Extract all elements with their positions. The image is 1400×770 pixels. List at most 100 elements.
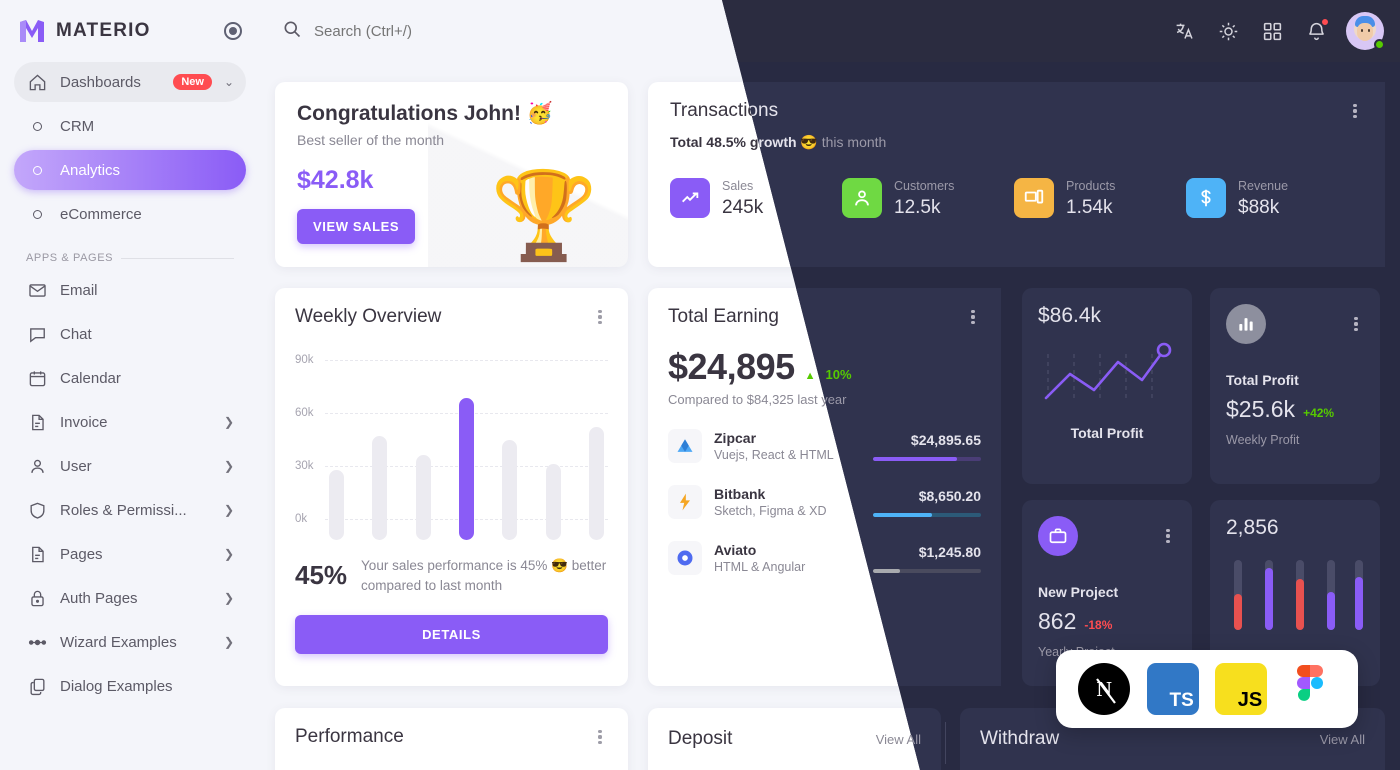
details-button[interactable]: DETAILS xyxy=(295,615,608,655)
new-badge: New xyxy=(173,74,212,90)
kebab-menu-icon[interactable] xyxy=(592,729,608,745)
stat-value: 12.5k xyxy=(894,197,941,218)
sidebar-item-pages[interactable]: Pages ❯ xyxy=(14,534,246,574)
earning-growth: 10% xyxy=(825,367,852,382)
translate-icon[interactable] xyxy=(1164,17,1192,45)
figma-logo[interactable] xyxy=(1284,663,1336,715)
chevron-right-icon: ❯ xyxy=(223,459,234,473)
sidebar-item-label: CRM xyxy=(60,117,95,135)
nextjs-logo[interactable]: N xyxy=(1078,663,1131,715)
line-chart-sparkline xyxy=(1038,340,1176,419)
deposit-view-all[interactable]: View All xyxy=(876,732,921,747)
withdraw-view-all[interactable]: View All xyxy=(1320,732,1365,747)
bar-series xyxy=(329,370,604,540)
brand-name: MATERIO xyxy=(56,20,151,41)
briefcase-icon xyxy=(1038,516,1078,556)
sidebar-item-chat[interactable]: Chat xyxy=(14,314,246,354)
kebab-menu-icon[interactable] xyxy=(1348,316,1364,332)
circle-icon xyxy=(26,159,48,181)
section-label: APPS & PAGES xyxy=(26,252,114,264)
sidebar-item-wizard-examples[interactable]: Wizard Examples ❯ xyxy=(14,622,246,662)
deposit-card: Deposit View All xyxy=(648,708,941,770)
sessions-value: 2,856 xyxy=(1226,516,1279,539)
circle-icon xyxy=(26,115,48,137)
stat-value: 245k xyxy=(722,197,764,218)
earning-row: Zipcar Vuejs, React & HTML $24,895.65 xyxy=(668,429,981,463)
view-sales-button[interactable]: VIEW SALES xyxy=(297,209,416,244)
performance-note: Your sales performance is 45% 😎 better c… xyxy=(361,558,607,593)
sidebar-item-label: Chat xyxy=(60,325,92,343)
bitbank-logo xyxy=(668,485,702,519)
company-tech: Vuejs, React & HTML xyxy=(714,448,834,462)
kebab-menu-icon[interactable] xyxy=(1347,103,1363,119)
congrats-subtitle: Best seller of the month xyxy=(297,132,445,148)
javascript-logo[interactable]: JS xyxy=(1215,663,1268,715)
sidebar-item-calendar[interactable]: Calendar xyxy=(14,358,246,398)
new-project-value: 862 xyxy=(1038,608,1077,634)
search-icon xyxy=(282,19,302,44)
stat-label: Sales xyxy=(722,179,754,193)
sidebar-item-label: Email xyxy=(60,281,98,299)
chevron-right-icon: ❯ xyxy=(223,591,234,605)
sidebar-item-analytics[interactable]: Analytics xyxy=(14,150,246,190)
company-value: $1,245.80 xyxy=(918,543,981,560)
earning-row: Aviato HTML & Angular $1,245.80 xyxy=(668,541,981,575)
sidebar-item-label: Invoice xyxy=(60,413,108,431)
y-tick-60k: 60k xyxy=(295,407,314,419)
header-actions xyxy=(1164,12,1379,50)
sidebar-item-label: Dialog Examples xyxy=(60,677,173,695)
sidebar-collapse-toggle[interactable] xyxy=(224,22,242,40)
page-title: Congratulations John! 🥳 xyxy=(297,102,553,125)
kebab-menu-icon[interactable] xyxy=(1160,528,1176,544)
company-value: $8,650.20 xyxy=(918,487,981,504)
kebab-menu-icon[interactable] xyxy=(592,309,608,325)
total-earning-card: Total Earning $24,895 ▲ 10% Compared to … xyxy=(648,288,1001,686)
bar-Sun xyxy=(588,426,604,540)
sidebar-item-invoice[interactable]: Invoice ❯ xyxy=(14,402,246,442)
sidebar-item-auth-pages[interactable]: Auth Pages ❯ xyxy=(14,578,246,618)
growth-period: this month xyxy=(817,134,887,150)
weekly-overview-card: Weekly Overview 90k 60k 30k 0k 45% Your … xyxy=(275,288,628,686)
weekly-profit-caption: Weekly Profit xyxy=(1226,433,1300,447)
theme-toggle-icon[interactable] xyxy=(1208,17,1236,45)
avatar[interactable] xyxy=(1340,12,1379,50)
earning-title: Total Earning xyxy=(668,306,779,327)
circle-icon xyxy=(26,203,48,225)
sidebar-item-label: Roles & Permissi... xyxy=(60,501,187,519)
zipcar-logo xyxy=(668,429,702,463)
sidebar-item-roles-permissions[interactable]: Roles & Permissi... ❯ xyxy=(14,490,246,530)
document-icon xyxy=(26,543,48,565)
stat-label: Products xyxy=(1066,179,1116,193)
notifications-bell-icon[interactable] xyxy=(1296,17,1324,45)
sidebar-item-dialog-examples[interactable]: Dialog Examples xyxy=(14,666,246,706)
typescript-logo[interactable]: TS xyxy=(1146,663,1199,715)
chevron-right-icon: ❯ xyxy=(223,503,234,517)
copy-icon xyxy=(26,675,48,697)
top-header xyxy=(260,0,1400,62)
chat-bubble-icon xyxy=(26,323,48,345)
stat-value: 1.54k xyxy=(1066,197,1113,218)
search-input[interactable] xyxy=(314,22,734,40)
sidebar-item-email[interactable]: Email xyxy=(14,270,246,310)
bar-Thu xyxy=(458,398,474,540)
sidebar-item-crm[interactable]: CRM xyxy=(14,106,246,146)
new-project-delta: -18% xyxy=(1084,618,1113,632)
deposit-title: Deposit xyxy=(668,728,733,749)
stat-customers: Customers 12.5k xyxy=(842,177,1014,219)
total-profit-card: $86.4k Total Profit xyxy=(1022,288,1192,484)
apps-grid-icon[interactable] xyxy=(1252,17,1280,45)
sidebar-item-user[interactable]: User ❯ xyxy=(14,446,246,486)
sidebar-item-label: User xyxy=(60,457,92,475)
sidebar-group-dashboards[interactable]: Dashboards New ⌄ xyxy=(14,62,246,102)
sidebar-group-label: Dashboards xyxy=(60,73,141,91)
bar-chart-icon xyxy=(1226,304,1266,344)
stat-label: Revenue xyxy=(1238,179,1289,193)
congratulations-card: Congratulations John! 🥳 Best seller of t… xyxy=(275,82,628,267)
search-bar[interactable] xyxy=(282,19,1164,44)
sidebar-nav: Dashboards New ⌄ CRM Analytics eCommerce… xyxy=(0,62,260,706)
stat-label: Customers xyxy=(894,179,955,193)
kebab-menu-icon[interactable] xyxy=(965,309,981,325)
earning-compared: Compared to $84,325 last year xyxy=(668,392,847,407)
person-icon xyxy=(842,178,882,218)
sidebar-item-ecommerce[interactable]: eCommerce xyxy=(14,194,246,234)
